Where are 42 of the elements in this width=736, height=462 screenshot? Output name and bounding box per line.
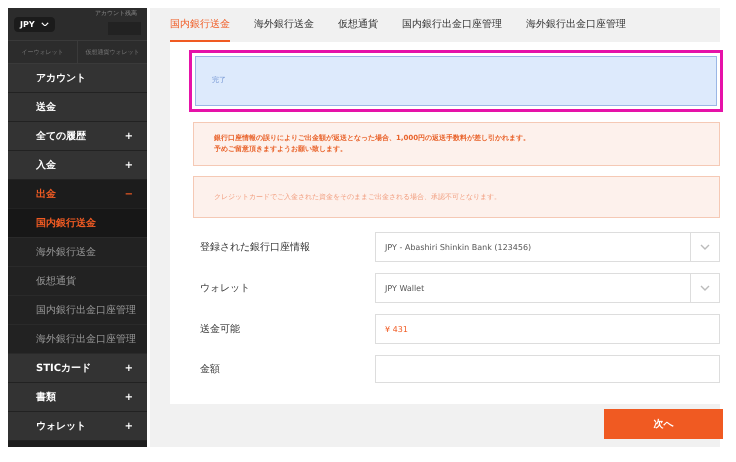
field-label: 金額 <box>200 362 221 376</box>
submenu-item[interactable]: 仮想通貨 <box>8 267 147 296</box>
sidebar-item[interactable]: アカウント <box>8 64 147 93</box>
select-field[interactable]: JPY - Abashiri Shinkin Bank (123456) <box>375 232 720 262</box>
sidebar-item[interactable]: 入金 + <box>8 151 147 180</box>
sidebar-item-label: ウォレット <box>36 420 86 433</box>
sidebar-item-label: 書類 <box>36 390 56 404</box>
select-field[interactable]: JPY Wallet <box>375 273 720 304</box>
sidebar-item-label: 出金 <box>36 188 56 201</box>
toggle-sign: + <box>124 392 133 402</box>
sidebar-item-label: STICカード <box>36 362 92 375</box>
sidebar-item-label: 送金 <box>36 100 56 114</box>
chevron-down-icon <box>700 244 710 250</box>
submenu-item[interactable]: 国内銀行送金 <box>8 209 147 238</box>
tab[interactable]: 国内銀行出金口座管理 <box>402 8 502 42</box>
tab[interactable]: 海外銀行送金 <box>254 8 314 42</box>
currency-dropdown[interactable]: JPY <box>14 16 55 32</box>
sidebar-item[interactable]: 送金 <box>8 93 147 122</box>
sidebar-item[interactable]: ウォレット + <box>8 412 147 441</box>
toggle-sign: + <box>124 362 133 374</box>
toggle-sign: + <box>124 160 133 170</box>
sidebar-item-label: 全ての履歴 <box>36 130 86 143</box>
submenu-item[interactable]: 国内銀行出金口座管理 <box>8 296 147 325</box>
sidebar-item[interactable]: 書類 + <box>8 383 147 412</box>
amount-field: ¥ 431 <box>375 314 720 344</box>
sidebar-item-label: アカウント <box>36 72 86 85</box>
sidebar-item[interactable]: 全ての履歴 + <box>8 122 147 151</box>
field-label: 登録された銀行口座情報 <box>200 240 311 254</box>
field-label: 送金可能 <box>200 322 241 336</box>
chevron-down-icon <box>40 22 49 26</box>
submenu-item[interactable]: 海外銀行送金 <box>8 238 147 267</box>
tab[interactable]: 海外銀行出金口座管理 <box>526 8 626 42</box>
amount-input[interactable] <box>375 355 720 384</box>
toggle-sign: − <box>124 188 133 200</box>
sidebar-item-label: 入金 <box>36 158 56 172</box>
sidebar-item[interactable]: STICカード + <box>8 354 147 383</box>
tab[interactable]: 仮想通貨 <box>338 8 378 42</box>
chevron-down-icon <box>700 285 710 292</box>
toggle-sign: + <box>124 130 133 142</box>
submenu-item[interactable]: 海外銀行出金口座管理 <box>8 325 147 354</box>
toggle-sign: + <box>124 420 133 432</box>
field-label: ウォレット <box>200 282 251 296</box>
